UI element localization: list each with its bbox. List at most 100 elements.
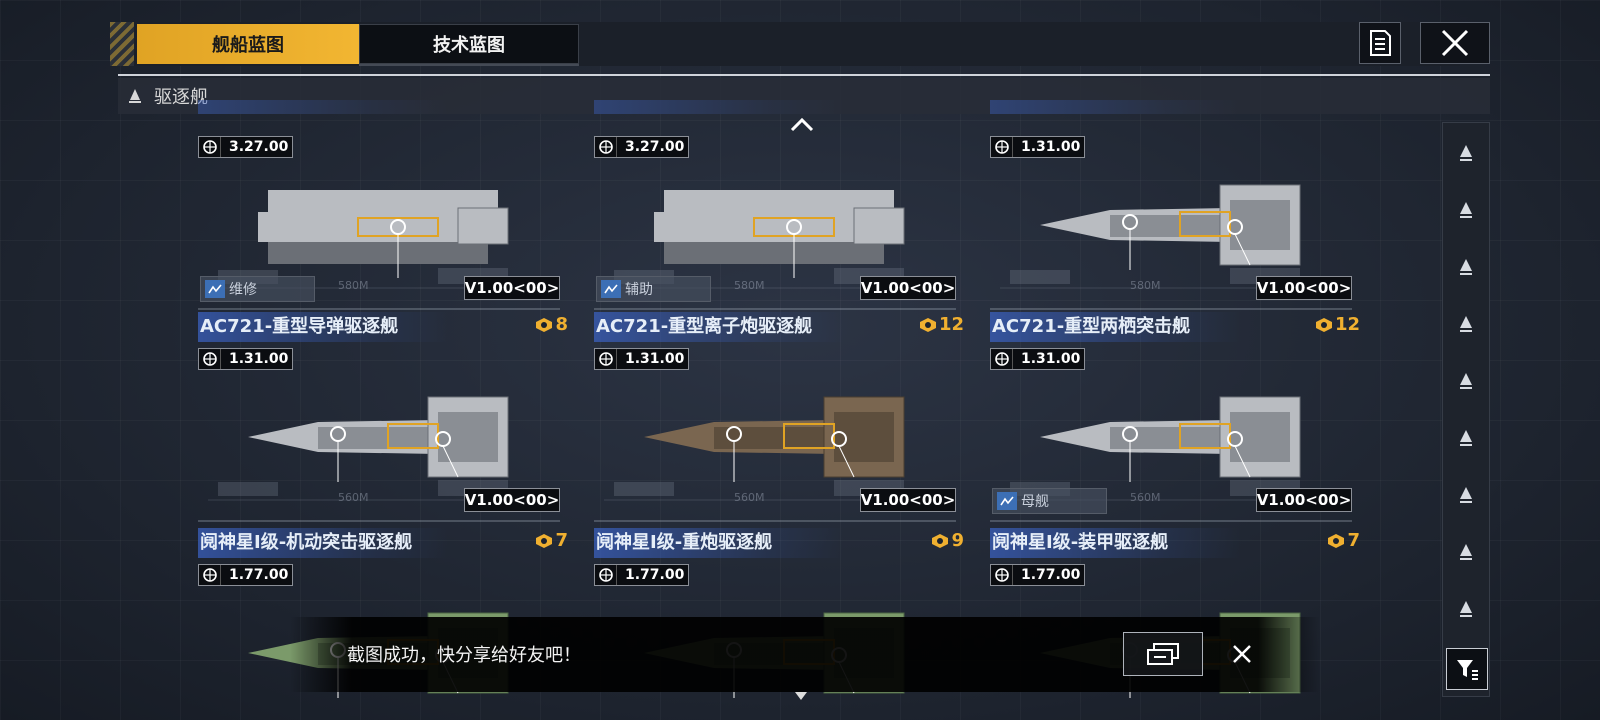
share-icon <box>1147 643 1179 665</box>
build-cost: 7 <box>535 530 568 551</box>
version-badge: V1.00<00> <box>860 488 956 512</box>
destroyer-class-icon[interactable] <box>1443 361 1489 401</box>
scale-ruler <box>990 520 1352 522</box>
scale-label: 560M <box>1130 491 1161 504</box>
ship-blueprint-card[interactable]: AC721-重型离子炮驱逐舰 12 1.31.00 560M V1.00<00> <box>594 312 964 522</box>
repair-stat-icon <box>199 137 221 157</box>
destroyer-class-icon <box>129 89 141 103</box>
globe-stat-icon <box>991 137 1013 157</box>
toast-close-button[interactable] <box>1228 640 1256 668</box>
fighter-class-icon[interactable] <box>1443 418 1489 458</box>
stat-readout: 1.31.00 <box>990 348 1085 370</box>
squadron-icon[interactable] <box>1443 532 1489 572</box>
stat-readout: 3.27.00 <box>594 136 689 158</box>
scale-ruler <box>198 520 560 522</box>
build-cost: 12 <box>1315 314 1360 335</box>
globe-stat-icon <box>199 349 221 369</box>
stat-value: 1.31.00 <box>1021 139 1081 155</box>
ship-title-clipped <box>990 100 1240 114</box>
role-tag: 维修 <box>200 276 315 302</box>
version-badge: V1.00<00> <box>464 276 560 300</box>
scale-ruler <box>594 520 956 522</box>
cost-value: 7 <box>555 530 568 551</box>
stat-readout: 1.31.00 <box>990 136 1085 158</box>
build-cost: 7 <box>1327 530 1360 551</box>
stat-value: 1.31.00 <box>625 351 685 367</box>
frigate-class-icon[interactable] <box>1443 190 1489 230</box>
ship-class-rail <box>1442 122 1490 697</box>
ship-stat-icon <box>595 565 617 585</box>
tab-tech-blueprint[interactable]: 技术蓝图 <box>359 24 579 64</box>
close-button[interactable] <box>1420 22 1490 64</box>
cost-chip-icon <box>932 533 949 548</box>
cost-value: 9 <box>951 530 964 551</box>
ship-blueprint-card[interactable]: AC721-重型两栖突击舰 12 1.31.00 560M V1.00<00> 母… <box>990 312 1360 522</box>
ship-title: 阋神星I级-装甲驱逐舰 <box>990 528 1240 558</box>
stat-value: 3.27.00 <box>625 139 685 155</box>
ship-title: 阋神星I级-机动突击驱逐舰 <box>198 528 448 558</box>
header-divider <box>118 74 1490 76</box>
role-icon <box>205 280 225 298</box>
ship-title-clipped <box>198 100 448 114</box>
cost-chip-icon <box>919 317 936 332</box>
ship-blueprint-card[interactable]: 3.27.00 580M V1.00<00> 辅助 <box>594 100 964 310</box>
ship-title: AC721-重型离子炮驱逐舰 <box>594 312 844 342</box>
cost-value: 7 <box>1347 530 1360 551</box>
ship-stat-icon <box>991 565 1013 585</box>
cost-chip-icon <box>1315 317 1332 332</box>
tab-underline <box>359 64 579 66</box>
stat-value: 1.77.00 <box>1021 567 1081 583</box>
role-label: 母舰 <box>1021 494 1049 510</box>
scale-ruler <box>990 308 1352 310</box>
close-icon <box>1441 29 1469 57</box>
ship-stat-icon <box>199 565 221 585</box>
battleship-class-icon[interactable] <box>1443 475 1489 515</box>
stat-value: 1.77.00 <box>229 567 289 583</box>
cost-value: 8 <box>555 314 568 335</box>
scale-ruler <box>198 308 560 310</box>
ship-blueprint-card[interactable]: AC721-重型导弹驱逐舰 8 1.31.00 560M V1.00<00> <box>198 312 568 522</box>
stat-value: 3.27.00 <box>229 139 289 155</box>
ship-title: AC721-重型导弹驱逐舰 <box>198 312 448 342</box>
cruiser-class-icon[interactable] <box>1443 133 1489 173</box>
scale-label: 560M <box>734 491 765 504</box>
role-label: 维修 <box>229 282 257 298</box>
role-icon <box>997 492 1017 510</box>
close-icon <box>1233 645 1251 663</box>
auxiliary-class-icon[interactable] <box>1443 589 1489 629</box>
cost-chip-icon <box>1328 533 1345 548</box>
scale-label: 580M <box>338 279 369 292</box>
document-button[interactable] <box>1359 22 1401 64</box>
role-label: 辅助 <box>625 282 653 298</box>
build-cost: 12 <box>919 314 964 335</box>
toast-message: 截图成功，快分享给好友吧！ <box>347 645 581 666</box>
document-icon <box>1370 30 1391 56</box>
build-cost: 8 <box>535 314 568 335</box>
tab-ship-blueprint[interactable]: 舰船蓝图 <box>137 24 359 64</box>
globe-stat-icon <box>595 349 617 369</box>
scroll-down-caret-icon[interactable] <box>795 692 807 700</box>
build-cost: 9 <box>931 530 964 551</box>
role-icon <box>601 280 621 298</box>
scale-label: 580M <box>1130 279 1161 292</box>
repair-stat-icon <box>595 137 617 157</box>
stat-readout: 1.31.00 <box>198 348 293 370</box>
cost-chip-icon <box>536 533 553 548</box>
stat-readout: 3.27.00 <box>198 136 293 158</box>
stat-readout: 1.77.00 <box>594 564 689 586</box>
tab-bar-stripe-decoration <box>110 22 134 66</box>
stat-value: 1.31.00 <box>229 351 289 367</box>
ship-blueprint-card[interactable]: 3.27.00 580M V1.00<00> 维修 <box>198 100 568 310</box>
globe-stat-icon <box>991 349 1013 369</box>
stat-readout: 1.77.00 <box>198 564 293 586</box>
corvette-class-icon[interactable] <box>1443 304 1489 344</box>
ship-title: AC721-重型两栖突击舰 <box>990 312 1240 342</box>
version-badge: V1.00<00> <box>1256 276 1352 300</box>
version-badge: V1.00<00> <box>464 488 560 512</box>
carrier-class-icon[interactable] <box>1443 247 1489 287</box>
scale-label: 560M <box>338 491 369 504</box>
stat-value: 1.31.00 <box>1021 351 1081 367</box>
filter-button[interactable] <box>1446 648 1488 690</box>
ship-blueprint-card[interactable]: 1.31.00 580M V1.00<00> <box>990 100 1360 310</box>
share-button[interactable] <box>1123 632 1203 676</box>
